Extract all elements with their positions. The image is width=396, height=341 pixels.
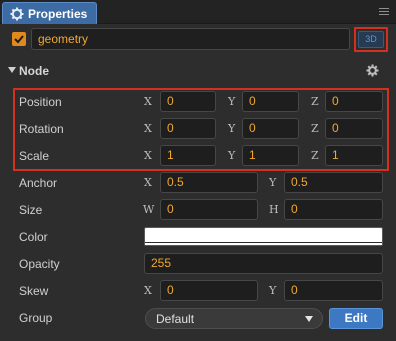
position-z-axis: Z: [311, 95, 319, 108]
size-label: Size: [19, 203, 43, 217]
rotation-x-input[interactable]: 0: [160, 118, 216, 139]
skew-y-axis: Y: [269, 284, 277, 297]
panel-menu-icon[interactable]: [379, 8, 389, 16]
scale-y-input[interactable]: 1: [242, 145, 299, 166]
3d-toggle-highlight: 3D: [354, 27, 388, 52]
gear-icon: [10, 7, 24, 21]
rotation-z-input[interactable]: 0: [325, 118, 383, 139]
group-select[interactable]: Default: [145, 308, 323, 329]
dropdown-caret-icon: [305, 316, 313, 322]
position-x-axis: X: [144, 95, 152, 108]
opacity-label: Opacity: [19, 257, 60, 271]
position-z-input[interactable]: 0: [325, 91, 383, 112]
skew-x-input[interactable]: 0: [160, 280, 258, 301]
edit-group-button[interactable]: Edit: [329, 308, 383, 329]
group-label: Group: [19, 311, 53, 325]
tab-title: Properties: [28, 7, 88, 21]
node-active-checkbox[interactable]: [12, 32, 26, 46]
rotation-x-axis: X: [144, 122, 152, 135]
anchor-label: Anchor: [19, 176, 58, 190]
rotation-label: Rotation: [19, 122, 64, 136]
position-label: Position: [19, 95, 62, 109]
scale-x-axis: X: [144, 149, 152, 162]
scale-y-axis: Y: [228, 149, 236, 162]
scale-z-input[interactable]: 1: [325, 145, 383, 166]
anchor-x-input[interactable]: 0.5: [160, 172, 258, 193]
color-picker-swatch[interactable]: [144, 227, 383, 246]
checkmark-icon: [14, 35, 24, 44]
size-width-input[interactable]: 0: [160, 199, 258, 220]
3d-toggle-button[interactable]: 3D: [358, 31, 384, 48]
skew-label: Skew: [19, 284, 49, 298]
color-alpha-bar: [145, 242, 382, 245]
anchor-x-axis: X: [144, 176, 152, 189]
color-label: Color: [19, 230, 48, 244]
scale-x-input[interactable]: 1: [160, 145, 216, 166]
skew-x-axis: X: [144, 284, 152, 297]
skew-y-input[interactable]: 0: [284, 280, 383, 301]
anchor-y-axis: Y: [269, 176, 277, 189]
tab-bar: Properties: [0, 0, 396, 24]
rotation-z-axis: Z: [311, 122, 319, 135]
rotation-y-input[interactable]: 0: [242, 118, 299, 139]
size-w-axis: W: [143, 203, 155, 216]
scale-z-axis: Z: [311, 149, 319, 162]
anchor-y-input[interactable]: 0.5: [284, 172, 383, 193]
position-y-axis: Y: [228, 95, 236, 108]
tab-properties[interactable]: Properties: [2, 2, 97, 24]
node-name-input[interactable]: geometry: [31, 28, 350, 50]
scale-label: Scale: [19, 149, 50, 163]
position-y-input[interactable]: 0: [242, 91, 299, 112]
rotation-y-axis: Y: [228, 122, 236, 135]
size-height-input[interactable]: 0: [284, 199, 383, 220]
group-selected-value: Default: [156, 312, 195, 326]
size-h-axis: H: [269, 203, 279, 216]
opacity-input[interactable]: 255: [144, 253, 383, 274]
settings-cog-icon[interactable]: [366, 64, 379, 77]
node-section-header[interactable]: Node: [0, 60, 396, 82]
properties-panel: Properties geometry 3D Node Position X 0…: [0, 0, 396, 341]
position-x-input[interactable]: 0: [160, 91, 216, 112]
collapse-arrow-icon[interactable]: [8, 67, 16, 73]
section-title: Node: [19, 64, 49, 78]
